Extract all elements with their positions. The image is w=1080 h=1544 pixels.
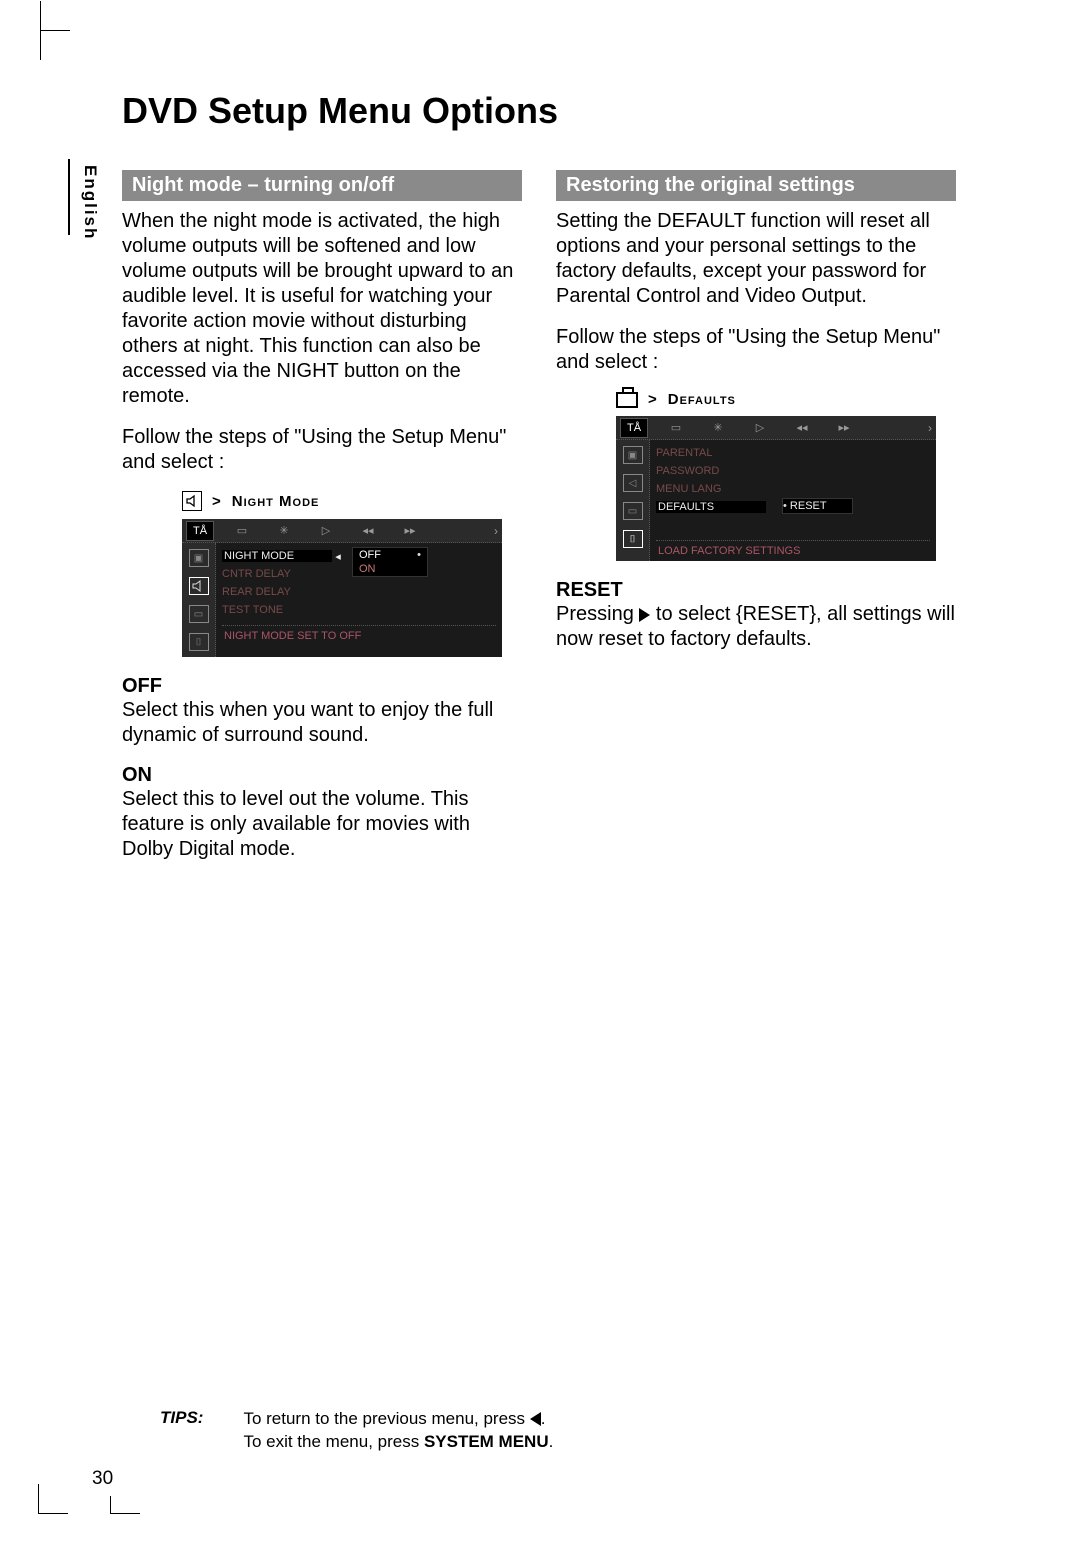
tips-line2c: .: [549, 1432, 554, 1451]
osd-row: REAR DELAY: [222, 583, 496, 601]
chat-icon: ▭: [189, 605, 209, 623]
osd-options: OFF ON: [352, 547, 428, 577]
osd-row: PASSWORD: [656, 462, 930, 480]
breadcrumb-label: Night Mode: [232, 493, 320, 510]
tab-icon: ▸▸: [830, 418, 858, 438]
on-heading: On: [122, 764, 522, 787]
tab-icon: ✳: [704, 418, 732, 438]
tips-line2a: To exit the menu, press: [243, 1432, 423, 1451]
off-paragraph: Select this when you want to enjoy the f…: [122, 698, 522, 748]
tips-label: TIPS:: [160, 1408, 203, 1428]
tips-body: To return to the previous menu, press . …: [243, 1408, 553, 1454]
left-column: Night mode – turning on/off When the nig…: [122, 170, 522, 878]
tab-icon: ✳: [270, 521, 298, 541]
osd-popup: RESET: [782, 498, 853, 514]
tips-footer: TIPS: To return to the previous menu, pr…: [160, 1408, 553, 1454]
tab-icon: TÅ: [620, 418, 648, 438]
osd-row: MENU LANG: [656, 480, 930, 498]
crop-mark: [110, 1496, 140, 1514]
page-content: DVD Setup Menu Options Night mode – turn…: [122, 90, 956, 878]
osd-sidebar: ▣ ◁ ▭ ⌷: [616, 440, 650, 561]
language-tab: English: [80, 165, 100, 240]
osd-sidebar: ▣ ▭ ⌷: [182, 543, 216, 657]
tab-icon: ◂◂: [788, 418, 816, 438]
tips-line1a: To return to the previous menu, press: [243, 1409, 529, 1428]
caret-left-icon: ◂: [332, 550, 344, 563]
night-mode-steps: Follow the steps of "Using the Setup Men…: [122, 425, 522, 475]
restore-intro: Setting the DEFAULT function will reset …: [556, 209, 956, 309]
page-number: 30: [92, 1468, 113, 1490]
speaker-icon: [189, 577, 209, 595]
osd-menu: PARENTAL PASSWORD MENU LANG DEFAULTS RES…: [650, 440, 936, 561]
page-title: DVD Setup Menu Options: [122, 90, 956, 132]
off-heading: Off: [122, 675, 522, 698]
defaults-breadcrumb: > Defaults: [616, 391, 956, 408]
tab-icon: ▷: [746, 418, 774, 438]
osd-tabs: TÅ ▭ ✳ ▷ ◂◂ ▸▸ ›: [616, 416, 936, 440]
osd-status: NIGHT MODE SET TO OFF: [222, 625, 496, 644]
tips-system-menu: SYSTEM MENU: [424, 1432, 549, 1451]
chat-icon: ▭: [623, 502, 643, 520]
osd-defaults: TÅ ▭ ✳ ▷ ◂◂ ▸▸ › ▣ ◁ ▭ ⌷ PARE: [616, 416, 936, 561]
osd-night-mode: TÅ ▭ ✳ ▷ ◂◂ ▸▸ › ▣ ▭ ⌷: [182, 519, 502, 657]
restore-steps: Follow the steps of "Using the Setup Men…: [556, 325, 956, 375]
speaker-icon: ◁: [623, 474, 643, 492]
reset-paragraph: Pressing to select {RESET}, all settings…: [556, 602, 956, 652]
chevron-right-icon: >: [648, 391, 658, 408]
reset-heading: Reset: [556, 579, 956, 602]
tab-icon: ▷: [312, 521, 340, 541]
chevron-right-icon: >: [212, 493, 222, 510]
arrow-right-icon: ›: [924, 416, 936, 439]
tab-icon: ▭: [662, 418, 690, 438]
osd-menu: NIGHT MODE◂ CNTR DELAY REAR DELAY TEST T…: [216, 543, 502, 657]
osd-option: ON: [353, 562, 427, 576]
right-column: Restoring the original settings Setting …: [556, 170, 956, 878]
play-right-icon: [639, 608, 650, 622]
person-icon: ▣: [623, 446, 643, 464]
reset-text-a: Pressing: [556, 603, 639, 625]
tab-icon: ▭: [228, 521, 256, 541]
night-mode-breadcrumb: > Night Mode: [182, 491, 522, 511]
osd-row: PARENTAL: [656, 444, 930, 462]
on-paragraph: Select this to level out the volume. Thi…: [122, 787, 522, 862]
osd-option: OFF: [353, 548, 427, 562]
section-heading-restore: Restoring the original settings: [556, 170, 956, 201]
play-left-icon: [530, 1412, 541, 1426]
speaker-icon: [182, 491, 202, 511]
tips-line1b: .: [541, 1409, 546, 1428]
arrow-right-icon: ›: [490, 519, 502, 542]
suitcase-icon: ⌷: [189, 633, 209, 651]
osd-tabs: TÅ ▭ ✳ ▷ ◂◂ ▸▸ ›: [182, 519, 502, 543]
suitcase-icon: ⌷: [623, 530, 643, 548]
tab-icon: ◂◂: [354, 521, 382, 541]
tab-icon: TÅ: [186, 521, 214, 541]
crop-mark: [40, 30, 70, 60]
osd-row: TEST TONE: [222, 601, 496, 619]
section-heading-night-mode: Night mode – turning on/off: [122, 170, 522, 201]
suitcase-icon: [616, 392, 638, 408]
osd-status: LOAD FACTORY SETTINGS: [656, 540, 930, 559]
breadcrumb-label: Defaults: [668, 391, 736, 408]
crop-mark: [38, 1484, 68, 1514]
person-icon: ▣: [189, 549, 209, 567]
night-mode-intro: When the night mode is activated, the hi…: [122, 209, 522, 409]
tab-icon: ▸▸: [396, 521, 424, 541]
